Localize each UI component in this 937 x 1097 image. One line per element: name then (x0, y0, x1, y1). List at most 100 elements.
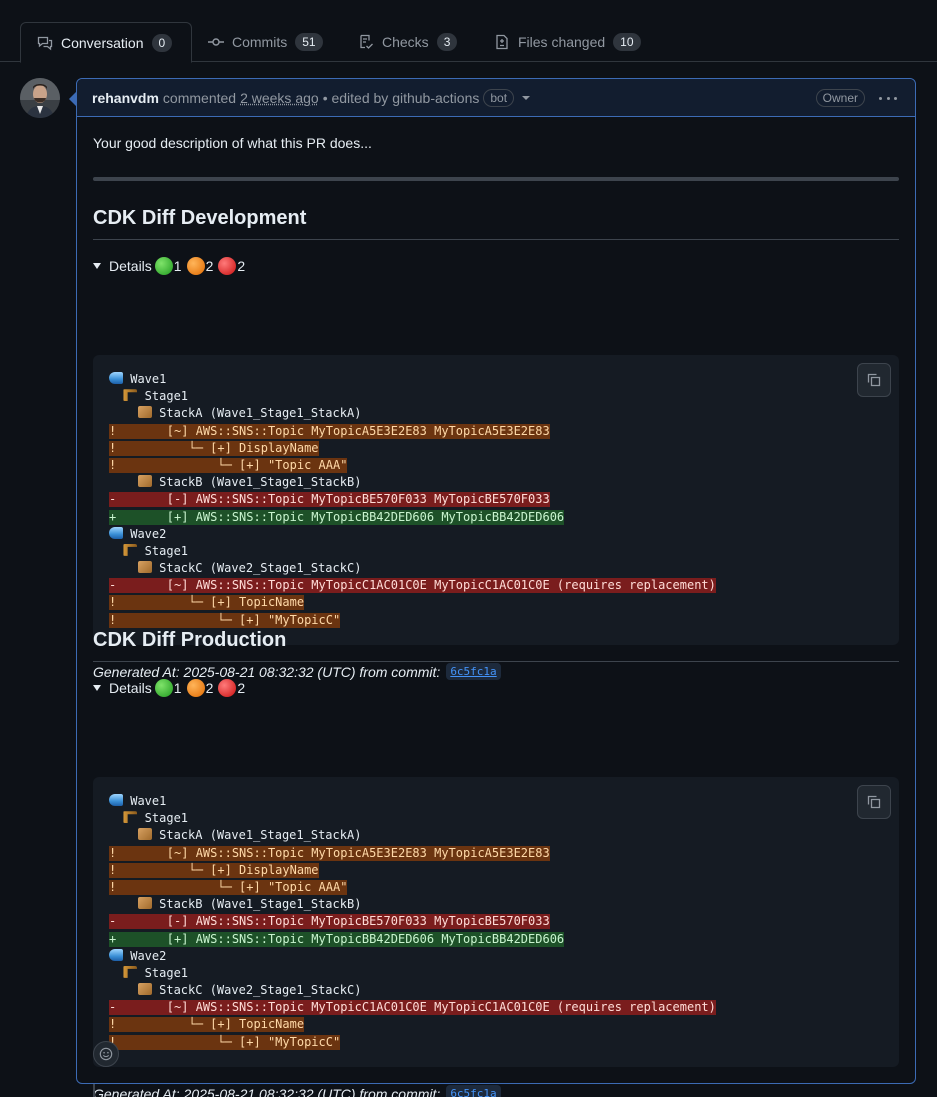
copy-icon (867, 795, 881, 809)
diff-line-text: - [~] AWS::SNS::Topic MyTopicC1AC01C0E M… (109, 1000, 716, 1016)
orange-count: 2 (205, 258, 214, 274)
diff-line-text: Stage1 (137, 965, 189, 980)
red-circle-icon (218, 257, 237, 275)
section-title: CDK Diff Production (93, 629, 287, 651)
commit-link[interactable]: 6c5fc1a (446, 1085, 501, 1097)
diff-line: + [+] AWS::SNS::Topic MyTopicBB42DED606 … (109, 509, 716, 526)
details-label: Details (109, 258, 152, 274)
generated-at: Generated At: 2025-08-21 08:32:32 (UTC) … (93, 1085, 501, 1097)
avatar[interactable] (20, 78, 60, 118)
diff-line: StackC (Wave2_Stage1_StackC) (109, 560, 716, 577)
diff-line: ! [~] AWS::SNS::Topic MyTopicA5E3E2E83 M… (109, 845, 716, 862)
file-diff-icon (496, 34, 508, 50)
comment-header: rehanvdm commented 2 weeks ago • edited … (77, 79, 915, 117)
details-summary[interactable]: Details 1 2 2 (93, 257, 247, 275)
diff-line: Wave2 (109, 526, 716, 543)
diff-line-text: StackC (Wave2_Stage1_StackC) (151, 983, 362, 998)
horizontal-rule (93, 177, 899, 181)
pr-tabs: Conversation 0 Commits 51 Checks 3 Files… (0, 0, 937, 63)
red-circle-icon (218, 679, 237, 697)
diff-line: Wave2 (109, 948, 716, 965)
diff-line: StackC (Wave2_Stage1_StackC) (109, 982, 716, 999)
diff-line-text: ! └─ [+] "MyTopicC" (109, 1034, 341, 1050)
box-icon (137, 828, 152, 841)
checklist-icon (360, 34, 373, 49)
diff-indent (109, 561, 138, 575)
diff-line-text: - [~] AWS::SNS::Topic MyTopicC1AC01C0E M… (109, 578, 716, 594)
comment-author[interactable]: rehanvdm (92, 90, 159, 106)
red-count: 2 (237, 258, 246, 274)
orange-circle-icon (186, 679, 205, 697)
diff-line-text: ! └─ [+] DisplayName (109, 862, 319, 878)
diff-line-text: StackB (Wave1_Stage1_StackB) (151, 897, 362, 912)
section-divider (93, 661, 899, 662)
diff-line-text: ! └─ [+] TopicName (109, 595, 305, 611)
tab-commits[interactable]: Commits 51 (208, 22, 323, 62)
tab-commits-count: 51 (295, 33, 323, 51)
tab-checks[interactable]: Checks 3 (358, 22, 458, 62)
diff-indent (109, 828, 138, 842)
crane-icon (123, 389, 138, 402)
git-commit-icon (208, 38, 224, 46)
tab-conversation[interactable]: Conversation 0 (20, 22, 192, 63)
copy-button[interactable] (857, 785, 891, 819)
diff-indent (109, 811, 123, 825)
diff-line: + [+] AWS::SNS::Topic MyTopicBB42DED606 … (109, 931, 716, 948)
diff-line-text: Stage1 (137, 543, 189, 558)
diff-line-text: - [-] AWS::SNS::Topic MyTopicBE570F033 M… (109, 914, 550, 930)
diff-line-text: StackC (Wave2_Stage1_StackC) (151, 561, 362, 576)
add-reaction-button[interactable] (93, 1041, 119, 1067)
diff-line: Wave1 (109, 371, 716, 388)
kebab-menu-icon[interactable] (879, 89, 897, 107)
tab-conversation-label: Conversation (61, 34, 144, 51)
comment-action: commented (162, 89, 237, 106)
diff-line-text: + [+] AWS::SNS::Topic MyTopicBB42DED606 … (109, 931, 565, 947)
tab-commits-label: Commits (232, 34, 288, 50)
generated-at-text: Generated At: 2025-08-21 08:32:32 (UTC) … (93, 663, 441, 680)
green-count: 1 (173, 680, 182, 696)
diff-line-text: ! [~] AWS::SNS::Topic MyTopicA5E3E2E83 M… (109, 423, 550, 439)
timeline-line (93, 1084, 95, 1097)
diff-line-text: StackA (Wave1_Stage1_StackA) (151, 406, 362, 421)
section-divider (93, 239, 899, 240)
diff-line: ! └─ [+] TopicName (109, 1016, 716, 1033)
code-block: Wave1 Stage1 StackA (Wave1_Stage1_StackA… (93, 777, 899, 1067)
diff-line-text: StackB (Wave1_Stage1_StackB) (151, 475, 362, 490)
diff-line-text: ! [~] AWS::SNS::Topic MyTopicA5E3E2E83 M… (109, 845, 550, 861)
edit-history-caret-icon[interactable] (522, 95, 531, 100)
diff-line: - [-] AWS::SNS::Topic MyTopicBE570F033 M… (109, 491, 716, 508)
code-block: Wave1 Stage1 StackA (Wave1_Stage1_StackA… (93, 355, 899, 645)
diff-indent (109, 406, 138, 420)
comment-time[interactable]: 2 weeks ago (240, 90, 319, 106)
diff-line-text: ! └─ [+] "Topic AAA" (109, 457, 348, 473)
tab-checks-label: Checks (382, 34, 429, 50)
triangle-down-icon (93, 685, 101, 691)
box-icon (137, 983, 152, 996)
diff-line: StackA (Wave1_Stage1_StackA) (109, 405, 716, 422)
box-icon (137, 561, 152, 574)
diff-line-text: Wave2 (123, 526, 167, 541)
comment-box: rehanvdm commented 2 weeks ago • edited … (69, 78, 916, 1097)
orange-circle-icon (186, 257, 205, 275)
copy-icon (867, 373, 881, 387)
diff-line: StackA (Wave1_Stage1_StackA) (109, 827, 716, 844)
diff-line: StackB (Wave1_Stage1_StackB) (109, 896, 716, 913)
box-icon (137, 406, 152, 419)
tab-files-changed[interactable]: Files changed 10 (494, 22, 641, 62)
crane-icon (123, 811, 138, 824)
details-summary[interactable]: Details 1 2 2 (93, 679, 247, 697)
diff-indent (109, 389, 123, 403)
tab-files-changed-count: 10 (613, 33, 641, 51)
diff-line: ! └─ [+] DisplayName (109, 862, 716, 879)
tab-files-changed-label: Files changed (518, 34, 606, 50)
diff-line-text: ! └─ [+] "MyTopicC" (109, 612, 341, 628)
red-count: 2 (237, 680, 246, 696)
diff-line-text: ! └─ [+] TopicName (109, 1017, 305, 1033)
diff-code: Wave1 Stage1 StackA (Wave1_Stage1_StackA… (109, 371, 716, 629)
commit-link[interactable]: 6c5fc1a (446, 663, 501, 680)
diff-line-text: ! └─ [+] DisplayName (109, 440, 319, 456)
copy-button[interactable] (857, 363, 891, 397)
diff-line-text: ! └─ [+] "Topic AAA" (109, 879, 348, 895)
diff-line: Wave1 (109, 793, 716, 810)
diff-line: ! └─ [+] "MyTopicC" (109, 1034, 716, 1051)
